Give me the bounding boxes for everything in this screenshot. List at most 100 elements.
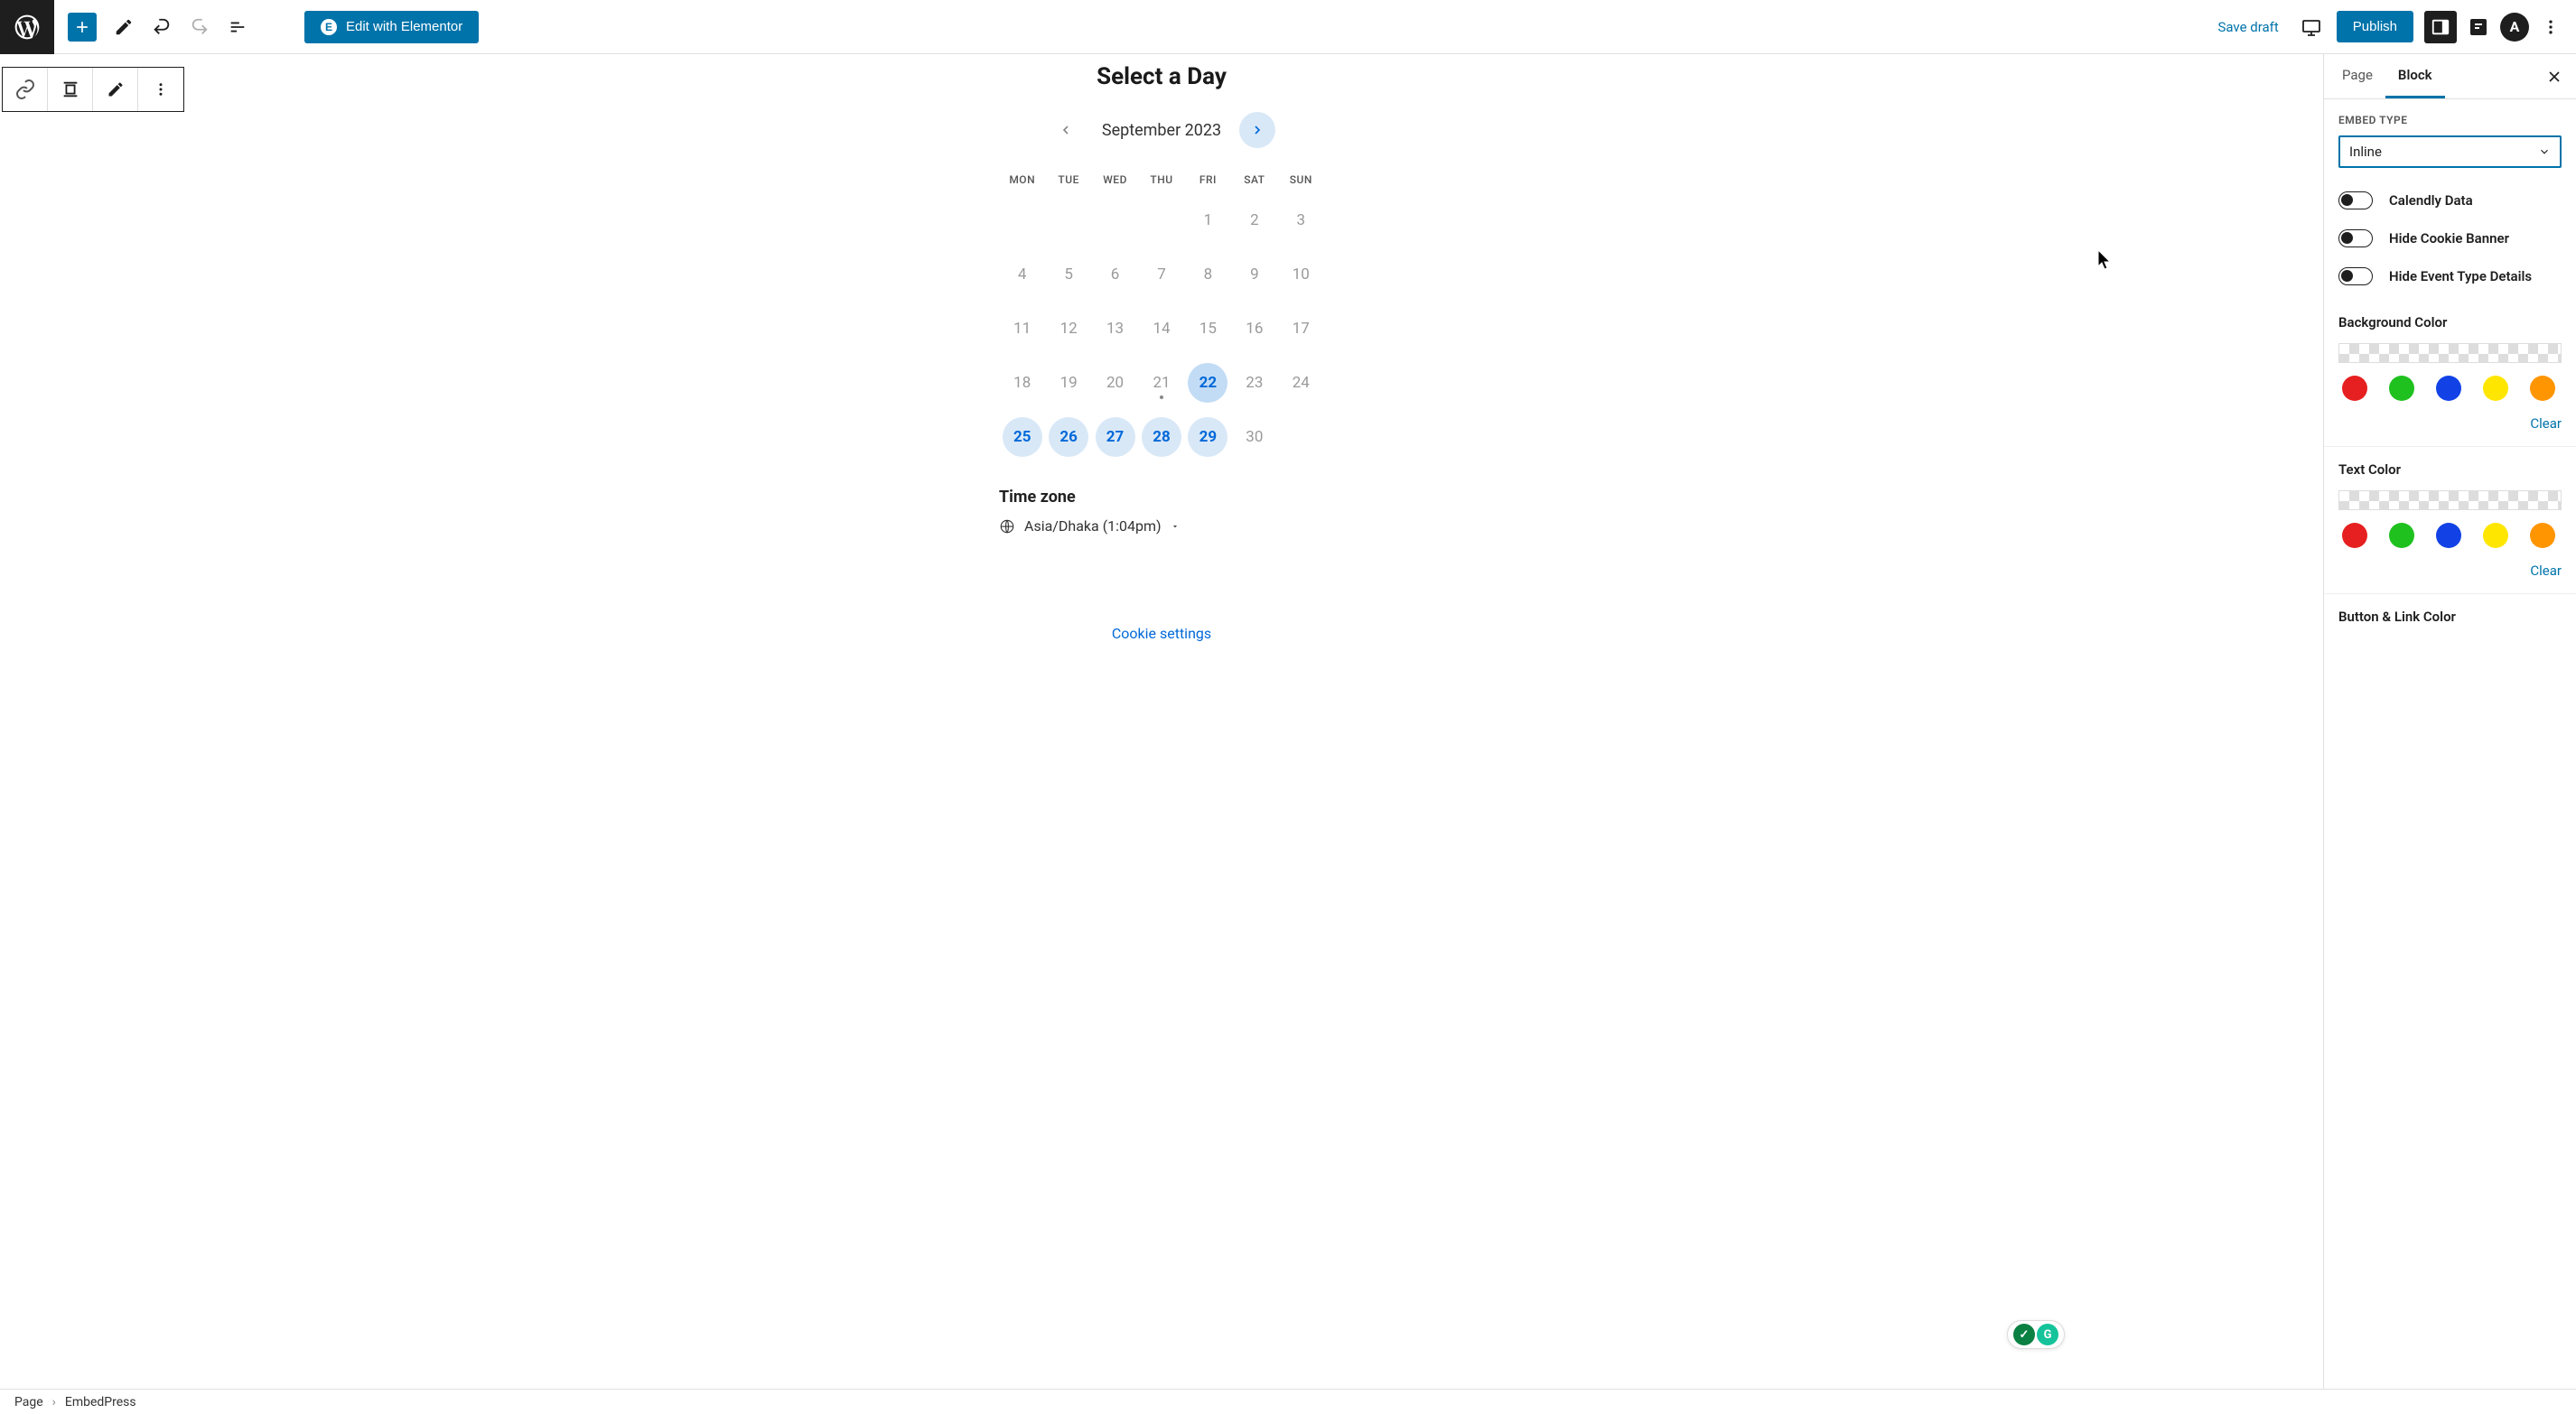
- mouse-cursor: [2097, 249, 2114, 271]
- calendar-dow: MON: [999, 173, 1045, 186]
- embed-type-value: Inline: [2349, 144, 2382, 160]
- user-avatar[interactable]: A: [2500, 13, 2529, 42]
- calendar-day: 5: [1045, 255, 1091, 294]
- color-input-bg[interactable]: [2338, 343, 2562, 363]
- toggle-row: Calendly Data: [2338, 191, 2562, 209]
- calendar-empty: [999, 200, 1045, 240]
- color-swatch[interactable]: [2436, 523, 2461, 548]
- calendar-day-available[interactable]: 29: [1188, 417, 1227, 457]
- calendar-day-available[interactable]: 26: [1049, 417, 1088, 457]
- dots-vertical-icon: [153, 81, 169, 98]
- options-menu-button[interactable]: [2534, 11, 2567, 43]
- calendar-day: 4: [999, 255, 1045, 294]
- publish-button[interactable]: Publish: [2337, 11, 2413, 42]
- embed-type-label: EMBED TYPE: [2338, 114, 2562, 126]
- calendar-dow: WED: [1092, 173, 1138, 186]
- calendar-day-available[interactable]: 27: [1096, 417, 1135, 457]
- undo-button[interactable]: [145, 11, 178, 43]
- breadcrumb-page[interactable]: Page: [14, 1395, 43, 1409]
- calendar-empty: [1092, 200, 1138, 240]
- redo-button[interactable]: [183, 11, 216, 43]
- settings-panel-button[interactable]: [2424, 11, 2457, 43]
- color-swatch[interactable]: [2530, 376, 2555, 401]
- breadcrumb-footer: Page › EmbedPress: [0, 1389, 2576, 1414]
- elementor-label: Edit with Elementor: [346, 19, 462, 34]
- color-swatch[interactable]: [2436, 376, 2461, 401]
- calendar-day: 18: [999, 363, 1045, 403]
- toggle-label: Calendly Data: [2389, 192, 2473, 209]
- tab-block[interactable]: Block: [2385, 54, 2445, 98]
- toggle-label: Hide Cookie Banner: [2389, 230, 2509, 247]
- calendar-dow: SUN: [1278, 173, 1324, 186]
- embed-type-select[interactable]: Inline: [2338, 135, 2562, 168]
- calendar-day-available[interactable]: 25: [1003, 417, 1042, 457]
- background-color-section: Background Color Clear: [2324, 300, 2576, 447]
- block-type-button[interactable]: [3, 68, 48, 111]
- preview-button[interactable]: [2295, 11, 2328, 43]
- editor-topbar: E Edit with Elementor Save draft Publish…: [0, 0, 2576, 54]
- text-color-section: Text Color Clear: [2324, 447, 2576, 594]
- calendar-day-available[interactable]: 22: [1188, 363, 1227, 403]
- calendar-day: 3: [1278, 200, 1324, 240]
- document-outline-button[interactable]: [221, 11, 254, 43]
- cookie-settings-link[interactable]: Cookie settings: [1112, 625, 1211, 642]
- calendly-embed: Select a Day September 2023 MONTUEWEDTHU…: [791, 61, 1532, 642]
- calendar-day: 23: [1231, 363, 1277, 403]
- calendar-day: 14: [1138, 309, 1184, 349]
- tools-button[interactable]: [107, 11, 140, 43]
- calendar-empty: [1278, 417, 1324, 457]
- chevron-right-icon: [1250, 123, 1265, 137]
- calendar-day: 9: [1231, 255, 1277, 294]
- calendar-day: 11: [999, 309, 1045, 349]
- tab-page[interactable]: Page: [2329, 54, 2385, 98]
- undo-icon: [152, 17, 172, 37]
- color-swatch[interactable]: [2342, 523, 2367, 548]
- background-color-label: Background Color: [2338, 314, 2562, 330]
- grammarly-widget[interactable]: ✓ G: [2007, 1320, 2065, 1349]
- editor-canvas[interactable]: Select a Day September 2023 MONTUEWEDTHU…: [0, 54, 2323, 1389]
- embedpress-panel-button[interactable]: [2462, 11, 2495, 43]
- calendar-day: 30: [1231, 417, 1277, 457]
- calendar-day: 21: [1138, 363, 1184, 403]
- toggle-0[interactable]: [2338, 191, 2373, 209]
- color-swatch[interactable]: [2342, 376, 2367, 401]
- color-swatch[interactable]: [2483, 523, 2508, 548]
- block-options-button[interactable]: [138, 68, 183, 111]
- wordpress-logo[interactable]: [0, 0, 54, 54]
- timezone-value: Asia/Dhaka (1:04pm): [1024, 517, 1162, 535]
- color-swatch[interactable]: [2483, 376, 2508, 401]
- breadcrumb-block[interactable]: EmbedPress: [65, 1395, 136, 1409]
- color-swatch[interactable]: [2389, 376, 2414, 401]
- clear-text-button[interactable]: Clear: [2338, 563, 2562, 579]
- edit-with-elementor-button[interactable]: E Edit with Elementor: [304, 11, 479, 43]
- close-sidebar-button[interactable]: [2538, 60, 2571, 93]
- timezone-selector[interactable]: Asia/Dhaka (1:04pm): [999, 517, 1324, 535]
- chevron-left-icon: [1059, 123, 1073, 137]
- block-edit-button[interactable]: [93, 68, 138, 111]
- clear-bg-button[interactable]: Clear: [2338, 415, 2562, 432]
- desktop-icon: [2301, 16, 2322, 38]
- text-swatch-row: [2338, 523, 2562, 548]
- save-draft-button[interactable]: Save draft: [2217, 19, 2278, 35]
- calendar-day: 13: [1092, 309, 1138, 349]
- timezone-label: Time zone: [999, 488, 1324, 507]
- close-icon: [2545, 68, 2563, 86]
- calendar-day-available[interactable]: 28: [1142, 417, 1181, 457]
- grammarly-badge-1: ✓: [2013, 1324, 2035, 1345]
- color-swatch[interactable]: [2530, 523, 2555, 548]
- toggle-2[interactable]: [2338, 267, 2373, 285]
- color-input-text[interactable]: [2338, 490, 2562, 510]
- calendar-empty: [1138, 200, 1184, 240]
- toggle-1[interactable]: [2338, 229, 2373, 247]
- prev-month-button[interactable]: [1048, 112, 1084, 148]
- add-block-button[interactable]: [68, 13, 97, 42]
- wordpress-icon: [13, 13, 42, 42]
- calendar-day: 2: [1231, 200, 1277, 240]
- calendar-day: 10: [1278, 255, 1324, 294]
- block-align-button[interactable]: [48, 68, 93, 111]
- next-month-button[interactable]: [1239, 112, 1275, 148]
- color-swatch[interactable]: [2389, 523, 2414, 548]
- toggle-label: Hide Event Type Details: [2389, 268, 2532, 284]
- calendly-month-nav: September 2023: [791, 112, 1532, 148]
- current-month-label: September 2023: [1102, 121, 1221, 140]
